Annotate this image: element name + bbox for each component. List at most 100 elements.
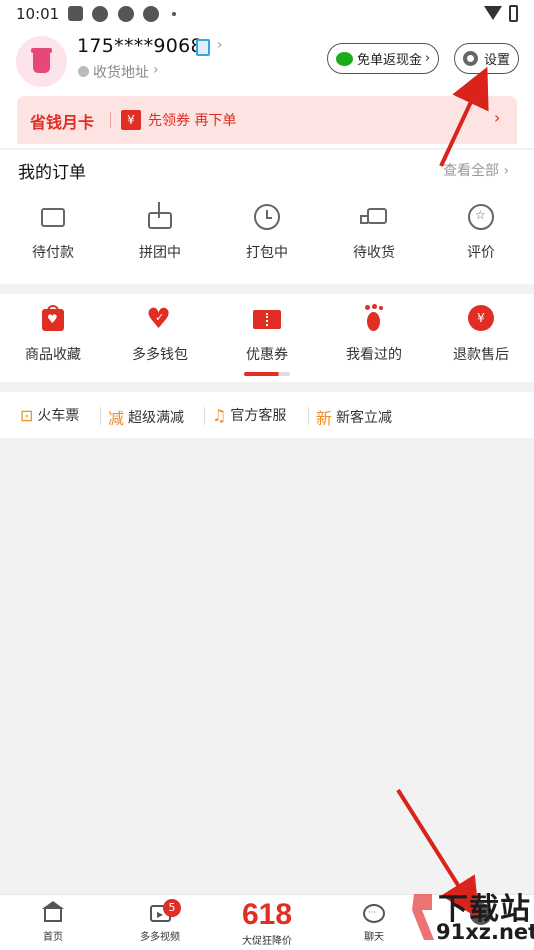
promo-618-label: 618 [241, 898, 293, 931]
heart-bag-icon: ♥ [38, 304, 68, 334]
video-badge: 5 [163, 899, 181, 917]
tool-refunds[interactable]: ¥ 退款售后 [436, 304, 526, 364]
nav-profile[interactable] [436, 901, 526, 928]
profile-icon [469, 901, 493, 925]
order-item-label: 打包中 [246, 245, 288, 261]
card-title: 省钱月卡 [30, 113, 95, 132]
nav-label: 大促狂降价 [242, 936, 292, 947]
address-link[interactable]: 收货地址 [93, 62, 149, 82]
cashback-button[interactable]: 免单返现金 › [327, 43, 440, 74]
avatar-cup-icon [33, 52, 50, 73]
notification-pinwheel-icon [118, 6, 134, 22]
clock-icon [252, 202, 282, 232]
more-notifications-dot-icon [172, 12, 176, 16]
coupon-icon [252, 304, 282, 334]
tool-favorites[interactable]: ♥ 商品收藏 [8, 304, 98, 364]
headset-icon: ♫ [212, 405, 227, 425]
truck-icon [359, 202, 389, 232]
quick-links-section: ⊡ 火车票 减 超级满减 ♫ 官方客服 新 新客立减 [0, 392, 534, 438]
bottom-navigation: 首页 ▶ 多多视频 5 618 大促狂降价 ··· 聊天 [0, 894, 534, 950]
footprint-icon [359, 304, 389, 334]
nav-label: 首页 [43, 932, 63, 943]
avatar[interactable] [16, 36, 67, 87]
view-all-orders-link[interactable]: 查看全部 › [443, 160, 509, 180]
tool-item-label: 商品收藏 [25, 347, 81, 363]
chevron-right-icon: › [217, 37, 223, 53]
quick-link-label: 火车票 [37, 408, 80, 424]
coupon-ticket-icon: ¥ [121, 110, 141, 130]
tool-wallet[interactable]: ♥ ✓ 多多钱包 [115, 304, 205, 364]
order-group-buying[interactable]: 拼团中 [115, 202, 205, 262]
divider [308, 407, 309, 425]
order-item-label: 待收货 [353, 245, 395, 261]
notification-square-icon [68, 6, 83, 21]
order-pending-payment[interactable]: 待付款 [8, 202, 98, 262]
wallet-heart-icon: ♥ ✓ [146, 302, 172, 335]
train-icon: ⊡ [20, 405, 34, 425]
divider [110, 112, 111, 128]
nav-home[interactable]: 首页 [8, 901, 98, 943]
promo-618: 618 [227, 898, 307, 931]
chat-icon: ··· [362, 901, 386, 925]
order-review[interactable]: ☆ 评价 [436, 202, 526, 262]
battery-icon [509, 5, 518, 22]
tools-scroll-indicator [244, 372, 290, 376]
wechat-icon [336, 51, 353, 66]
settings-button[interactable]: 设置 [454, 43, 520, 74]
tool-item-label: 优惠券 [246, 347, 288, 363]
quick-link-label: 新客立减 [336, 410, 393, 426]
tool-history[interactable]: 我看过的 [329, 304, 419, 364]
notification-pinwheel-icon [143, 6, 159, 22]
card-coupon-text: 先领券 再下单 [148, 113, 237, 129]
nav-chat[interactable]: ··· 聊天 [329, 901, 419, 943]
tool-coupons[interactable]: 优惠券 [222, 304, 312, 364]
order-awaiting-delivery[interactable]: 待收货 [329, 202, 419, 262]
wallet-icon [38, 202, 68, 232]
refund-symbol: ¥ [468, 305, 494, 331]
share-icon [145, 202, 175, 232]
tool-item-label: 退款售后 [453, 347, 509, 363]
quick-link-label: 超级满减 [128, 410, 185, 426]
cashback-label: 免单返现金 [357, 53, 423, 68]
view-all-label: 查看全部 [443, 163, 499, 179]
quick-link-train[interactable]: ⊡ 火车票 [20, 405, 79, 425]
settings-label: 设置 [484, 53, 511, 68]
new-user-icon: 新 [316, 409, 333, 428]
wifi-icon [484, 6, 502, 20]
refund-icon: ¥ [466, 304, 496, 334]
orders-section: 我的订单 查看全部 › 待付款 拼团中 打包中 待收货 ☆ 评价 [0, 150, 534, 284]
status-bar: 10:01 [0, 0, 534, 28]
chevron-right-icon: › [425, 51, 431, 66]
profile-header: 175****9068 › 收货地址 › 免单返现金 › 设置 省钱月卡 ¥ 先… [0, 28, 534, 148]
chevron-right-icon: › [153, 62, 159, 78]
nav-label: 多多视频 [140, 932, 180, 943]
user-phone[interactable]: 175****9068 [77, 35, 203, 57]
order-packing[interactable]: 打包中 [222, 202, 312, 262]
home-icon [41, 901, 65, 925]
orders-title: 我的订单 [18, 163, 86, 183]
tool-item-label: 我看过的 [346, 347, 402, 363]
divider [204, 407, 205, 425]
nav-video[interactable]: ▶ 多多视频 [115, 901, 205, 943]
quick-link-label: 官方客服 [230, 408, 287, 424]
notification-pinwheel-icon [92, 6, 108, 22]
discount-icon: 减 [108, 409, 125, 428]
location-icon [78, 66, 89, 77]
gear-icon [463, 51, 478, 66]
status-time: 10:01 [16, 5, 60, 23]
order-item-label: 评价 [467, 245, 495, 261]
order-item-label: 拼团中 [139, 245, 181, 261]
money-saving-card[interactable]: 省钱月卡 ¥ 先领券 再下单 › [17, 96, 517, 144]
divider [100, 407, 101, 425]
nav-label: 聊天 [364, 932, 384, 943]
quick-link-new-user[interactable]: 新 新客立减 [316, 405, 392, 429]
order-item-label: 待付款 [32, 245, 74, 261]
quick-link-discount[interactable]: 减 超级满减 [108, 405, 184, 429]
chevron-right-icon: › [494, 108, 501, 127]
device-icon [196, 39, 210, 56]
quick-link-customer-service[interactable]: ♫ 官方客服 [212, 405, 286, 425]
tools-section: ♥ 商品收藏 ♥ ✓ 多多钱包 优惠券 我看过的 ¥ 退款售后 [0, 294, 534, 382]
tool-item-label: 多多钱包 [132, 347, 188, 363]
nav-promo[interactable]: 618 大促狂降价 [222, 898, 312, 948]
star-badge-icon: ☆ [466, 202, 496, 232]
